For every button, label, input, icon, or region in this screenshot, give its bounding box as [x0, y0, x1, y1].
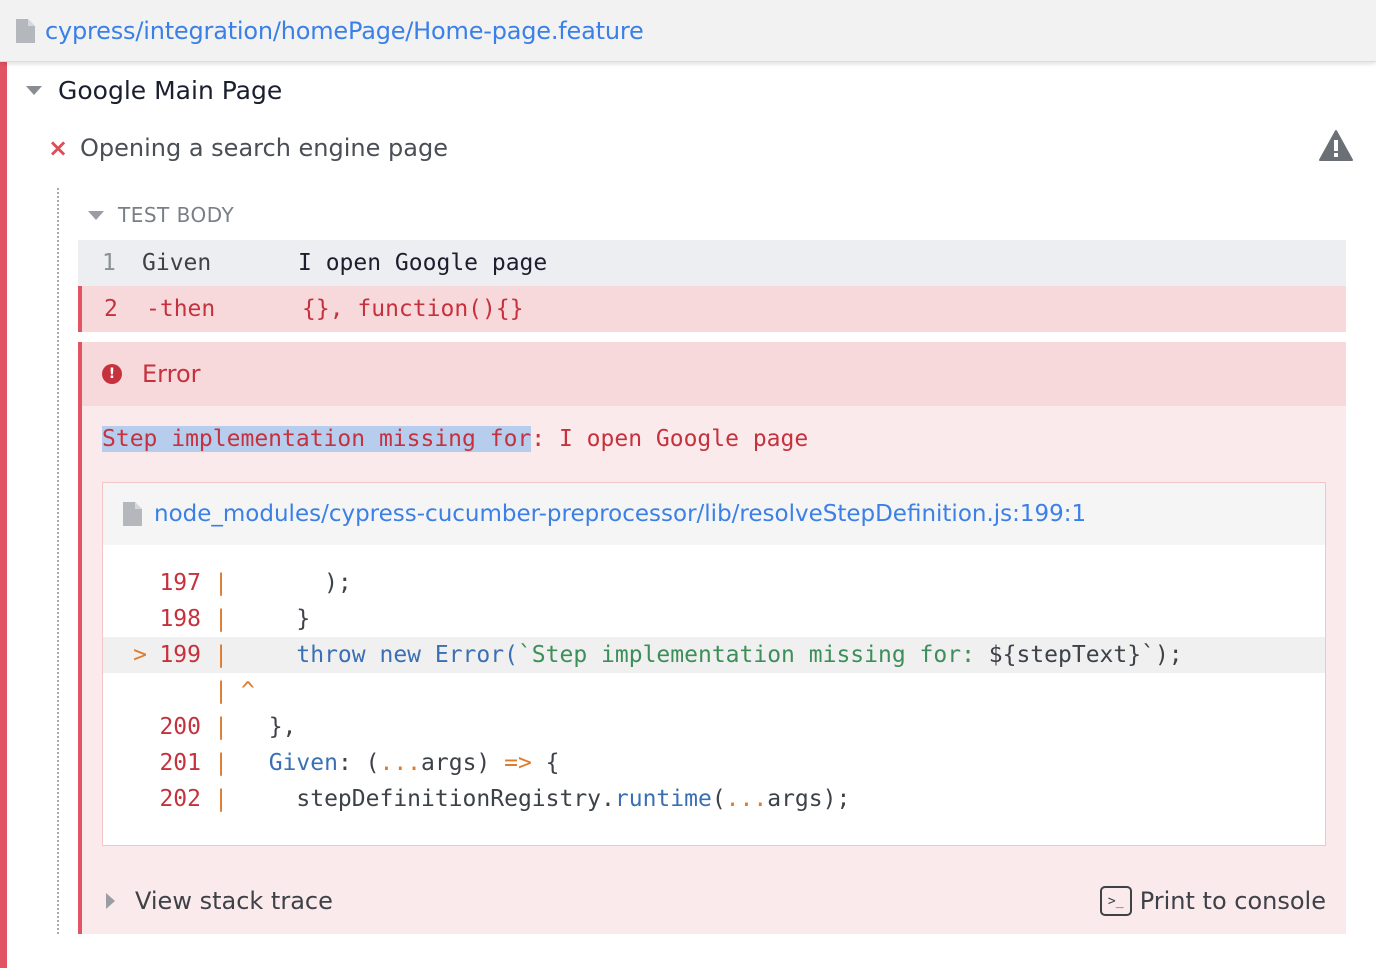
- code-line: 202 | stepDefinitionRegistry.runtime(...…: [103, 781, 1325, 817]
- collapse-icon: [26, 85, 42, 95]
- code-line: 201 | Given: (...args) => {: [103, 745, 1325, 781]
- command-name: Given: [142, 250, 212, 276]
- code-token: ...: [725, 786, 768, 812]
- line-separator: |: [214, 786, 228, 812]
- test-title: Opening a search engine page: [80, 134, 448, 162]
- code-line: 200 | },: [103, 709, 1325, 745]
- line-number: 201: [159, 750, 201, 776]
- line-separator: |: [214, 714, 228, 740]
- command-number: 2: [104, 296, 118, 322]
- line-number: 199: [159, 642, 201, 668]
- failed-icon: ×: [48, 134, 69, 162]
- view-stack-trace-button[interactable]: View stack trace: [106, 887, 333, 915]
- line-number: 202: [159, 786, 201, 812]
- command-message: I open Google page: [298, 250, 548, 276]
- command-row-failed[interactable]: 2 -then {}, function(){}: [78, 286, 1346, 332]
- command-row[interactable]: 1 Given I open Google page: [78, 240, 1346, 286]
- line-separator: |: [214, 750, 228, 776]
- code-token: args): [421, 750, 505, 776]
- print-to-console-button[interactable]: >_ Print to console: [1099, 886, 1326, 916]
- line-code: );: [241, 570, 352, 596]
- code-token: ...: [379, 750, 422, 776]
- hook-title: TEST BODY: [118, 203, 235, 227]
- code-token: runtime: [614, 786, 712, 812]
- file-icon: [16, 18, 35, 43]
- code-line-highlighted: > 199 | throw new Error(`Step implementa…: [103, 637, 1325, 673]
- code-token: args);: [767, 786, 851, 812]
- code-lines: 197 | ); 198 | } > 199 | throw new Error…: [103, 565, 1325, 817]
- error-name: Error: [142, 360, 201, 388]
- warning-icon[interactable]: [1318, 129, 1354, 163]
- line-number: 197: [159, 570, 201, 596]
- test-header[interactable]: × Opening a search engine page: [48, 126, 1358, 170]
- stack-trace-label: View stack trace: [135, 887, 333, 915]
- line-code: }: [241, 606, 311, 632]
- line-separator: |: [214, 678, 228, 704]
- command-number: 1: [102, 250, 116, 276]
- code-token: `);: [1141, 642, 1183, 668]
- line-code: },: [241, 714, 297, 740]
- code-token: {: [531, 750, 560, 776]
- code-token: throw new Error(: [241, 642, 518, 668]
- line-marker: >: [133, 642, 147, 668]
- code-file-link[interactable]: node_modules/cypress-cucumber-preprocess…: [154, 501, 1086, 527]
- error-message-rest: : I open Google page: [531, 426, 809, 452]
- error-footer: View stack trace >_ Print to console: [82, 868, 1346, 934]
- file-icon: [123, 502, 142, 526]
- code-token: =>: [504, 750, 532, 776]
- hook-header[interactable]: TEST BODY: [88, 198, 234, 232]
- expand-icon: [106, 893, 115, 909]
- print-to-console-label: Print to console: [1139, 887, 1326, 915]
- code-token: Given: [241, 750, 338, 776]
- code-token: `Step implementation missing for:: [517, 642, 989, 668]
- code-frame-header: node_modules/cypress-cucumber-preprocess…: [103, 483, 1325, 545]
- code-line: 198 | }: [103, 601, 1325, 637]
- line-number: 198: [159, 606, 201, 632]
- error-panel: ! Error Step implementation missing for:…: [78, 342, 1346, 934]
- command-name: -then: [146, 296, 216, 322]
- line-separator: |: [214, 570, 228, 596]
- suite-header[interactable]: Google Main Page: [26, 68, 282, 112]
- error-icon: !: [102, 364, 122, 384]
- error-header: ! Error: [82, 342, 1346, 406]
- collapse-icon: [88, 210, 104, 220]
- code-token: (: [711, 786, 726, 812]
- code-token: stepDefinitionRegistry.: [241, 786, 615, 812]
- line-code: Given: (...args) => {: [241, 750, 560, 776]
- terminal-icon: >_: [1099, 886, 1132, 916]
- failure-rail: [0, 62, 7, 968]
- suite-title: Google Main Page: [58, 75, 283, 105]
- code-line: 197 | );: [103, 565, 1325, 601]
- spec-header: cypress/integration/homePage/Home-page.f…: [0, 0, 1376, 62]
- line-code: throw new Error(`Step implementation mis…: [241, 642, 1183, 668]
- error-caret: ^: [241, 678, 255, 704]
- code-token: ${stepText}: [988, 642, 1142, 668]
- code-frame: node_modules/cypress-cucumber-preprocess…: [102, 482, 1326, 846]
- line-code: stepDefinitionRegistry.runtime(...args);: [241, 786, 850, 812]
- line-number: 200: [159, 714, 201, 740]
- code-token: : (: [337, 750, 380, 776]
- command-message: {}, function(){}: [302, 296, 524, 322]
- code-line: | ^: [103, 673, 1325, 709]
- test-body-guide: [57, 188, 59, 934]
- error-message-selected: Step implementation missing for: [102, 426, 532, 452]
- spec-file-link[interactable]: cypress/integration/homePage/Home-page.f…: [45, 17, 644, 45]
- line-separator: |: [214, 606, 228, 632]
- error-message: Step implementation missing for: I open …: [102, 426, 808, 452]
- line-separator: |: [214, 642, 228, 668]
